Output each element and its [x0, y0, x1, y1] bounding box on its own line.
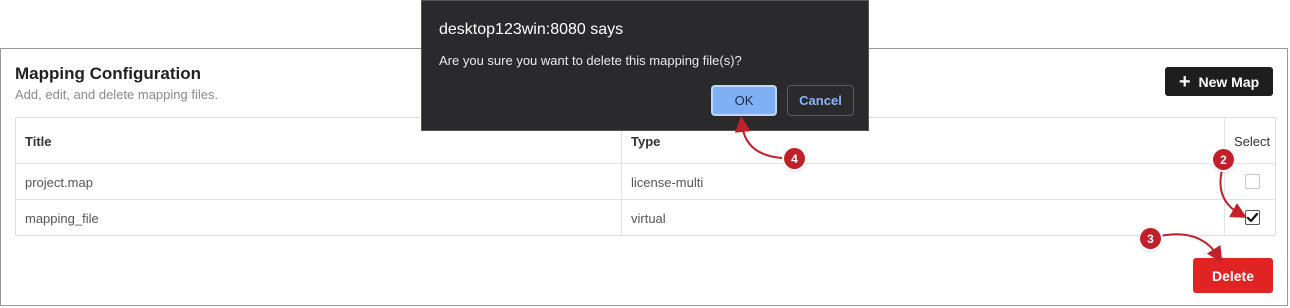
page-subtitle: Add, edit, and delete mapping files. [15, 87, 219, 102]
row-type: virtual [631, 211, 666, 226]
row-type: license-multi [631, 175, 704, 190]
row-select-checkbox[interactable] [1245, 210, 1260, 225]
row-select-checkbox[interactable] [1245, 174, 1260, 189]
header-select: Select [1234, 134, 1271, 149]
dialog-message: Are you sure you want to delete this map… [439, 53, 742, 68]
mapping-table: Title Type Select project.map license-mu… [15, 117, 1276, 236]
checkmark-icon [1246, 212, 1259, 223]
page-title: Mapping Configuration [15, 64, 202, 83]
table-row[interactable]: mapping_file virtual [16, 200, 1275, 236]
dialog-ok-button[interactable]: OK [711, 85, 777, 116]
new-map-button[interactable]: + New Map [1165, 67, 1273, 96]
dialog-cancel-button[interactable]: Cancel [787, 85, 854, 116]
callout-badge-4: 4 [784, 148, 805, 169]
new-map-label: New Map [1198, 73, 1260, 90]
row-title: project.map [25, 175, 93, 190]
confirm-dialog: desktop123win:8080 says Are you sure you… [421, 0, 869, 131]
dialog-title: desktop123win:8080 says [439, 21, 624, 38]
callout-badge-2: 2 [1213, 149, 1234, 170]
plus-icon: + [1178, 70, 1191, 93]
header-title[interactable]: Title [25, 134, 52, 149]
header-type[interactable]: Type [631, 134, 660, 149]
table-row[interactable]: project.map license-multi [16, 164, 1275, 200]
row-title: mapping_file [25, 211, 99, 226]
callout-badge-3: 3 [1140, 228, 1161, 249]
delete-button[interactable]: Delete [1193, 258, 1273, 293]
